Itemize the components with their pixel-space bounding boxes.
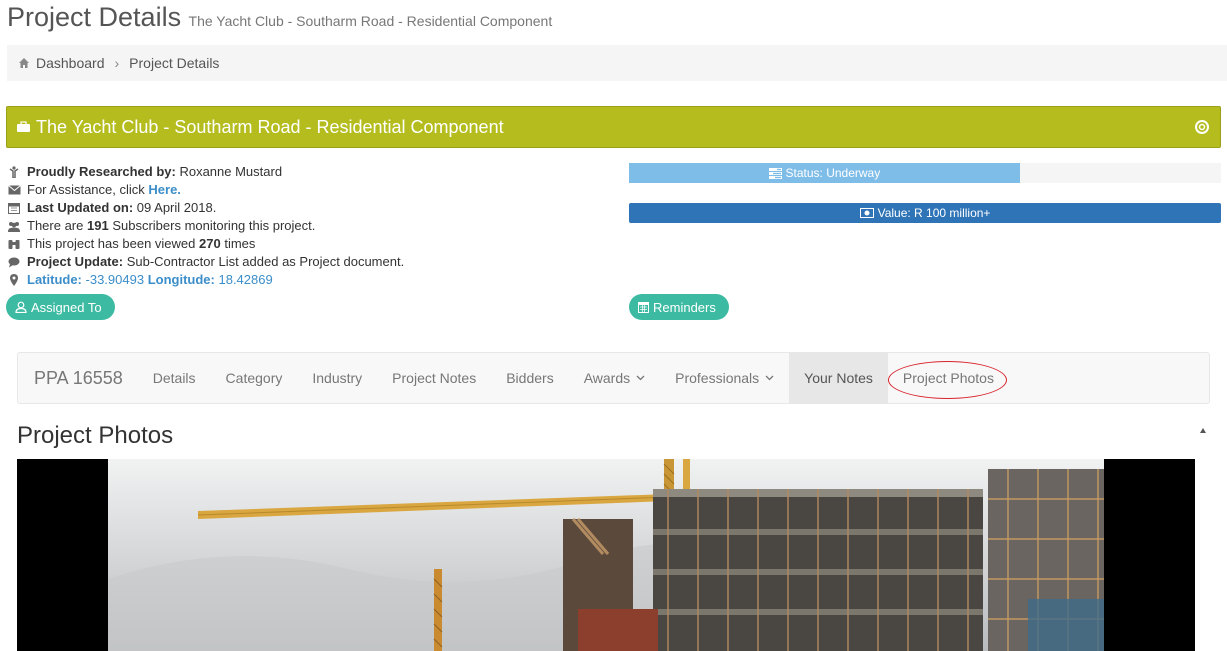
views-row: This project has been viewed 270 times [7,235,404,253]
subscribers-row: There are 191 Subscribers monitoring thi… [7,217,404,235]
project-info-list: Proudly Researched by: Roxanne Mustard F… [7,163,404,289]
status-label: Status: Underway [785,166,881,180]
nav-awards-label: Awards [583,370,631,386]
home-icon [19,58,29,68]
breadcrumb-dashboard-link[interactable]: Dashboard [36,55,105,71]
scroll-up-arrow-icon[interactable] [1196,424,1210,438]
assigned-to-button[interactable]: Assigned To [6,294,115,320]
reminders-label: Reminders [653,299,716,315]
nav-project-photos[interactable]: Project Photos [887,353,1009,403]
comment-icon [7,256,21,269]
briefcase-icon [17,121,30,132]
nav-bidders[interactable]: Bidders [491,353,568,403]
project-navbar: PPA 16558 Details Category Industry Proj… [17,352,1210,404]
nav-professionals-label: Professionals [675,370,760,386]
nav-category[interactable]: Category [211,353,298,403]
assistance-text: For Assistance, click [27,182,145,197]
navbar-brand[interactable]: PPA 16558 [18,353,138,403]
assistance-link[interactable]: Here. [148,181,181,199]
nav-details[interactable]: Details [138,353,211,403]
latitude-value: -33.90493 [85,272,145,287]
nav-project-photos-label: Project Photos [902,370,994,386]
researched-label: Proudly Researched by: [27,164,176,179]
nav-professionals-dropdown[interactable]: Professionals [660,353,789,403]
last-updated-label: Last Updated on: [27,200,134,215]
project-update-value: Sub-Contractor List added as Project doc… [126,254,405,269]
breadcrumb-separator: › [114,55,120,71]
latitude-label: Latitude: [27,272,82,287]
section-title: Project Photos [17,422,174,449]
longitude-value: 18.42869 [218,272,273,287]
calendar-icon [638,302,649,313]
chevron-down-icon [765,375,774,381]
lifebuoy-icon[interactable] [1195,120,1209,134]
page-title: Project Details [7,2,182,32]
last-updated-value: 09 April 2018. [136,200,217,215]
status-progress-bar: Status: Underway [629,163,1221,183]
photo-illustration [108,459,1104,651]
chevron-down-icon [636,375,645,381]
subscribers-pre: There are [27,218,84,233]
assigned-to-label: Assigned To [31,299,102,315]
money-icon [859,208,874,218]
project-update-row: Project Update: Sub-Contractor List adde… [7,253,404,271]
status-progress-fill: Status: Underway [629,163,1020,183]
coordinates-row: Latitude: -33.90493 Longitude: 18.42869 [7,271,404,289]
researcher-icon [7,166,21,179]
value-bar: Value: R 100 million+ [629,203,1221,223]
nav-awards-dropdown[interactable]: Awards [569,353,660,403]
researched-by-row: Proudly Researched by: Roxanne Mustard [7,163,404,181]
map-marker-icon [7,274,21,287]
binoculars-icon [7,238,21,251]
views-pre: This project has been viewed [27,236,196,251]
reminders-button[interactable]: Reminders [629,294,729,320]
photo-viewer[interactable] [17,459,1195,651]
value-label: Value: R 100 million+ [877,206,991,220]
nav-project-notes[interactable]: Project Notes [377,353,491,403]
calendar-icon [7,202,21,215]
last-updated-row: Last Updated on: 09 April 2018. [7,199,404,217]
longitude-label: Longitude: [147,272,215,287]
page-subtitle: The Yacht Club - Southarm Road - Residen… [188,13,553,29]
nav-your-notes[interactable]: Your Notes [789,353,888,403]
breadcrumb: Dashboard › Project Details [7,45,1227,81]
project-banner: The Yacht Club - Southarm Road - Residen… [6,106,1221,148]
subscribers-post: Subscribers monitoring this project. [112,218,316,233]
researcher-name: Roxanne Mustard [179,164,283,179]
views-count: 270 [199,236,221,251]
banner-title: The Yacht Club - Southarm Road - Residen… [36,116,504,137]
breadcrumb-current: Project Details [129,55,220,71]
subscribers-count: 191 [87,218,109,233]
envelope-icon [7,184,21,197]
users-icon [7,220,21,233]
nav-industry[interactable]: Industry [297,353,377,403]
construction-site-photo [108,459,1104,651]
page-header: Project Details The Yacht Club - Southar… [7,2,552,33]
tasks-icon [768,167,782,179]
assistance-row: For Assistance, click Here. [7,181,404,199]
user-icon [15,301,27,313]
project-update-label: Project Update: [27,254,124,269]
views-post: times [224,236,256,251]
